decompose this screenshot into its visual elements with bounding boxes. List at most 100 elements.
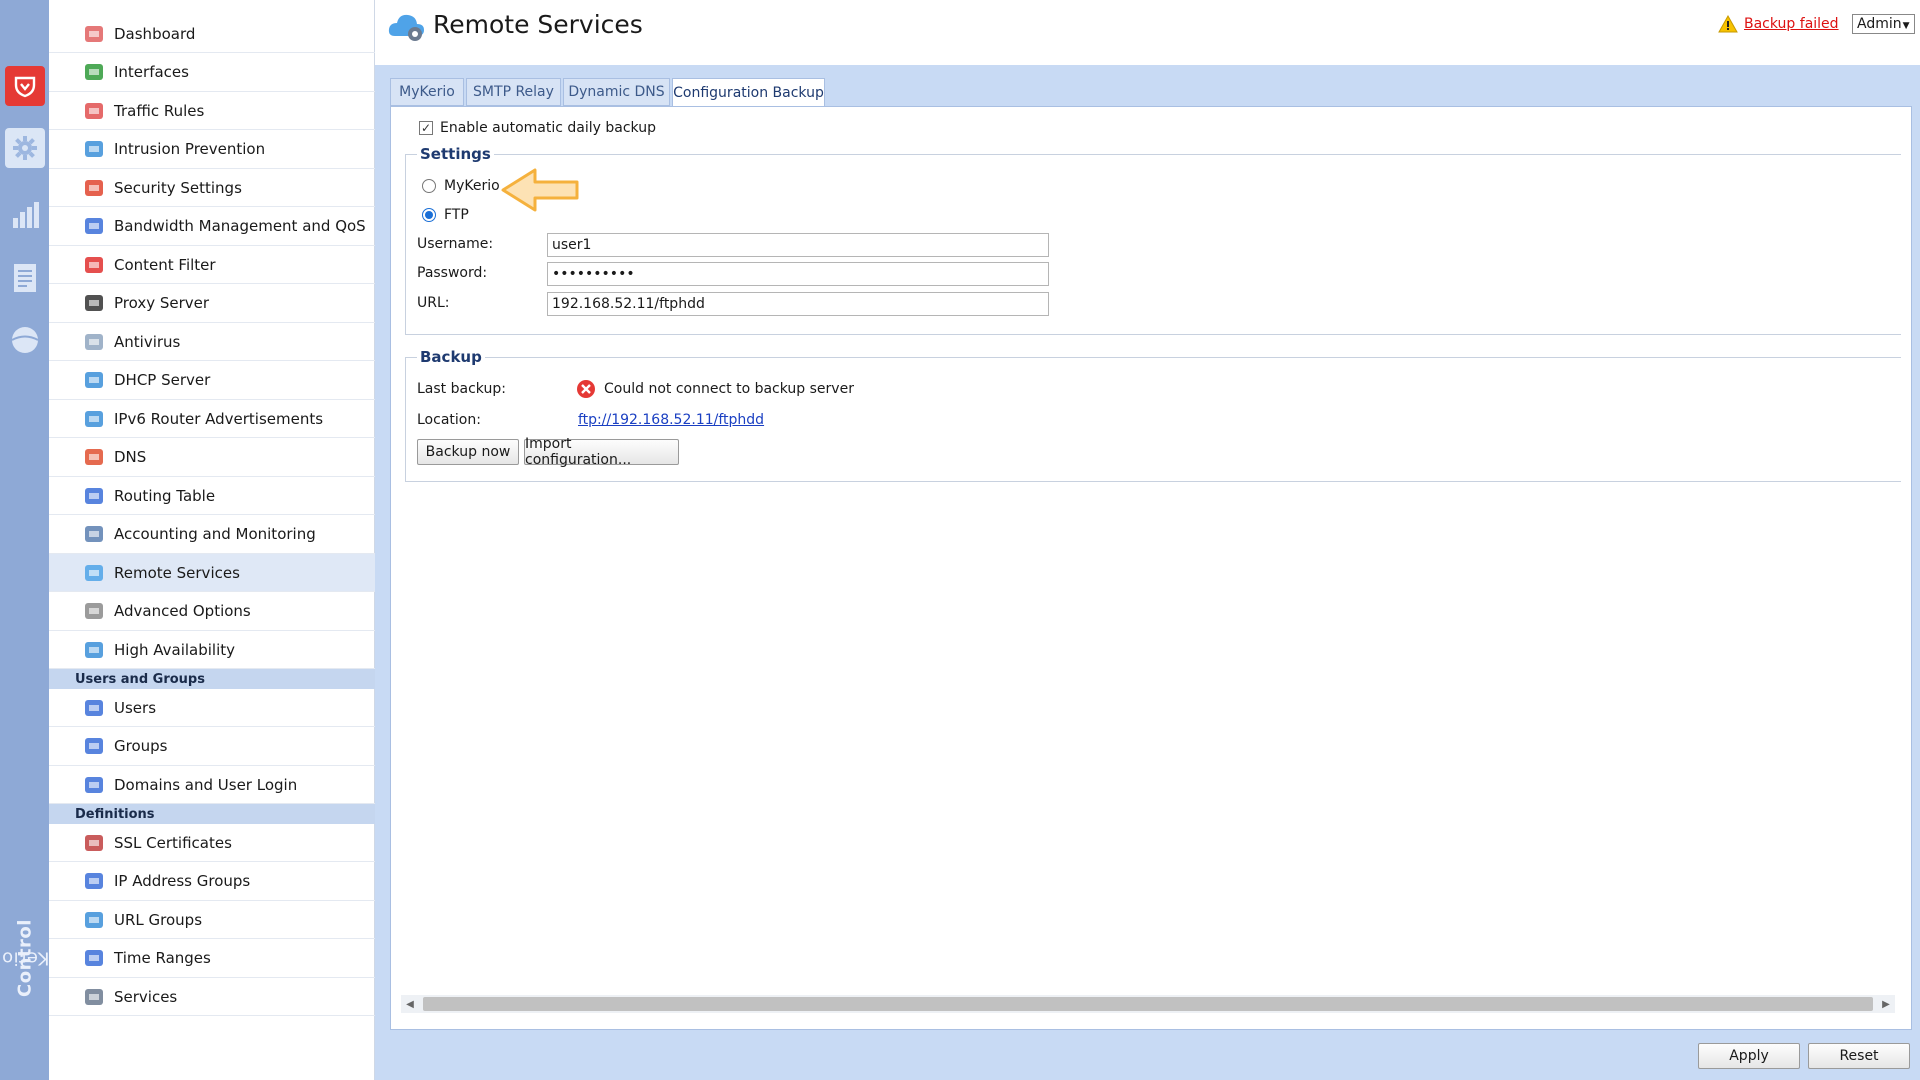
settings-border-left	[405, 154, 406, 334]
sidebar-item-intrusion-prevention[interactable]: Intrusion Prevention	[49, 131, 375, 169]
sidebar-item-label: DHCP Server	[114, 371, 211, 389]
admin-menu-button[interactable]: Admin▼	[1852, 14, 1915, 34]
radio-mykerio[interactable]	[422, 179, 436, 193]
status-globe-icon[interactable]	[5, 320, 45, 360]
sidebar-item-high-availability[interactable]: High Availability	[49, 631, 375, 669]
backup-fieldset-line	[405, 357, 1901, 358]
scrollbar-thumb[interactable]	[423, 997, 1873, 1011]
enable-backup-label: Enable automatic daily backup	[440, 120, 656, 136]
services-icon	[80, 983, 108, 1011]
sidebar-item-groups[interactable]: Groups	[49, 728, 375, 766]
settings-border-bottom	[405, 334, 1901, 335]
tools-icon	[80, 597, 108, 625]
tab-dynamic-dns[interactable]: Dynamic DNS	[563, 78, 670, 106]
logs-icon[interactable]	[5, 258, 45, 298]
sidebar-item-label: Interfaces	[114, 63, 189, 81]
sidebar-item-label: Groups	[114, 737, 168, 755]
sidebar-item-services[interactable]: Services	[49, 978, 375, 1016]
main-area: Remote Services Backup failed Admin▼ MyK…	[375, 0, 1920, 1080]
certificate-icon	[80, 829, 108, 857]
sidebar-item-label: Services	[114, 987, 178, 1006]
sidebar-item-security-settings[interactable]: Security Settings	[49, 169, 375, 207]
tab-mykerio[interactable]: MyKerio	[390, 78, 464, 106]
sidebar-item-label: Users	[114, 698, 157, 717]
sidebar-item-traffic-rules[interactable]: Traffic Rules	[49, 92, 375, 130]
sidebar-item-label: Accounting and Monitoring	[114, 525, 316, 543]
last-backup-value: Could not connect to backup server	[604, 381, 854, 397]
backup-border-bottom	[405, 481, 1901, 482]
location-link[interactable]: ftp://192.168.52.11/ftphdd	[578, 412, 764, 428]
sidebar-item-label: Content Filter	[114, 255, 216, 274]
radio-mykerio-label: MyKerio	[444, 178, 500, 194]
username-input[interactable]	[547, 233, 1049, 257]
sidebar-item-bandwidth-management-and-qos[interactable]: Bandwidth Management and QoS	[49, 208, 375, 246]
page-title: Remote Services	[433, 10, 643, 39]
tab-smtp-relay[interactable]: SMTP Relay	[466, 78, 561, 106]
tab-configuration-backup[interactable]: Configuration Backup	[672, 78, 825, 107]
shield-logo-icon[interactable]	[5, 66, 45, 106]
traffic-rules-icon	[80, 97, 108, 125]
backup-now-label: Backup now	[425, 444, 511, 460]
sidebar-item-dns[interactable]: DNS	[49, 439, 375, 477]
location-label: Location:	[417, 412, 481, 428]
sidebar-item-dhcp-server[interactable]: DHCP Server	[49, 362, 375, 400]
password-input[interactable]	[547, 262, 1049, 286]
routing-icon	[80, 482, 108, 510]
gear-icon[interactable]	[5, 128, 45, 168]
cloud-icon	[387, 10, 427, 44]
admin-label: Admin	[1857, 16, 1902, 32]
brand-wordmark: Kerio Control	[1, 898, 49, 1018]
sidebar-item-ssl-certificates[interactable]: SSL Certificates	[49, 824, 375, 862]
backup-failed-link[interactable]: Backup failed	[1744, 16, 1839, 32]
group-icon	[80, 732, 108, 760]
sidebar-item-antivirus[interactable]: Antivirus	[49, 323, 375, 361]
horizontal-scrollbar[interactable]: ◀ ▶	[401, 995, 1895, 1013]
sidebar-item-label: Dashboard	[114, 24, 196, 43]
sidebar-item-label: Bandwidth Management and QoS	[114, 217, 366, 235]
reset-button[interactable]: Reset	[1808, 1043, 1910, 1069]
url-label: URL:	[417, 295, 450, 311]
tab-panel: ✓ Enable automatic daily backup Settings…	[390, 106, 1912, 1030]
backup-now-button[interactable]: Backup now	[417, 439, 519, 465]
sidebar-item-routing-table[interactable]: Routing Table	[49, 477, 375, 515]
sidebar-item-proxy-server[interactable]: Proxy Server	[49, 285, 375, 323]
chevron-down-icon: ▼	[1902, 21, 1910, 31]
sidebar-item-advanced-options[interactable]: Advanced Options	[49, 593, 375, 631]
import-configuration-label: Import configuration...	[525, 436, 632, 468]
sidebar-item-time-ranges[interactable]: Time Ranges	[49, 940, 375, 978]
ipv6-icon	[80, 405, 108, 433]
sidebar-item-label: DNS	[114, 448, 147, 466]
import-configuration-button[interactable]: Import configuration...	[524, 436, 679, 468]
app-rail: Kerio Control	[0, 0, 49, 1080]
sidebar-item-interfaces[interactable]: Interfaces	[49, 54, 375, 92]
tab-label: SMTP Relay	[473, 84, 554, 100]
settings-fieldset-line	[405, 154, 1901, 155]
enable-backup-checkbox[interactable]: ✓	[419, 121, 433, 135]
sidebar-item-domains-and-user-login[interactable]: Domains and User Login	[49, 766, 375, 804]
sidebar-item-content-filter[interactable]: Content Filter	[49, 246, 375, 284]
sidebar-item-dashboard[interactable]: Dashboard	[49, 15, 375, 53]
url-input[interactable]	[547, 292, 1049, 316]
sidebar-item-accounting-and-monitoring[interactable]: Accounting and Monitoring	[49, 516, 375, 554]
ip-group-icon	[80, 867, 108, 895]
filter-icon	[80, 251, 108, 279]
sidebar-item-url-groups[interactable]: URL Groups	[49, 901, 375, 939]
sidebar-item-ipv6-router-advertisements[interactable]: IPv6 Router Advertisements	[49, 400, 375, 438]
radio-ftp[interactable]	[422, 208, 436, 222]
sidebar-item-label: IPv6 Router Advertisements	[114, 409, 324, 428]
password-label: Password:	[417, 265, 488, 281]
sidebar-item-remote-services[interactable]: Remote Services	[49, 554, 375, 592]
sidebar-item-ip-address-groups[interactable]: IP Address Groups	[49, 863, 375, 901]
apply-button[interactable]: Apply	[1698, 1043, 1800, 1069]
pointer-arrow-icon	[501, 167, 581, 217]
tab-label: MyKerio	[399, 84, 455, 100]
last-backup-label: Last backup:	[417, 381, 506, 397]
sidebar-item-label: URL Groups	[114, 910, 203, 929]
cloud-icon	[80, 559, 108, 587]
sidebar-item-users[interactable]: Users	[49, 689, 375, 727]
sidebar-item-label: Intrusion Prevention	[114, 140, 266, 158]
sidebar-item-label: Domains and User Login	[114, 775, 298, 794]
scroll-right-icon[interactable]: ▶	[1879, 997, 1893, 1011]
bar-chart-icon[interactable]	[5, 195, 45, 235]
scroll-left-icon[interactable]: ◀	[403, 997, 417, 1011]
